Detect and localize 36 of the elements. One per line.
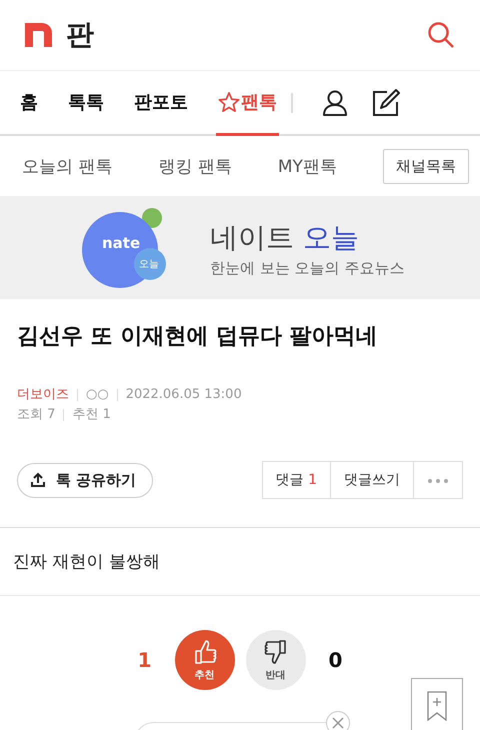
sub-tab[interactable]: 오늘의 팬톡 xyxy=(22,154,112,178)
vote-count: 0 xyxy=(328,648,342,672)
post-body: 진짜 재현이 불쌍해 xyxy=(0,527,480,596)
dislike-button[interactable]: 반대 xyxy=(246,630,306,690)
nate-logo-icon xyxy=(82,206,166,290)
nav-tab[interactable]: 팬톡 xyxy=(216,71,279,136)
bookmark-icon xyxy=(427,691,447,721)
nav-tab[interactable]: 홈 xyxy=(18,71,40,136)
more-icon xyxy=(427,478,449,484)
logo-text: nate xyxy=(102,234,140,252)
banner-title: 네이트 오늘 xyxy=(210,220,360,256)
post-date: 2022.06.05 13:00 xyxy=(126,386,242,404)
author-name: ○○ xyxy=(86,386,109,404)
banner-subtitle: 한눈에 보는 오늘의 주요뉴스 xyxy=(210,258,404,278)
upload-icon xyxy=(30,472,46,488)
like-button[interactable]: 추천 xyxy=(174,630,234,690)
sub-tab[interactable]: 랭킹 팬톡 xyxy=(158,154,232,178)
share-button[interactable]: 톡 공유하기 xyxy=(17,462,154,498)
sub-tab[interactable]: MY팬톡 xyxy=(278,154,337,178)
banner[interactable]: nate 오늘 네이트 오늘 한눈에 보는 오늘의 주요뉴스 xyxy=(0,197,480,299)
view-count: 조회 7 xyxy=(17,406,56,424)
recommend-count: 추천 1 xyxy=(72,406,111,424)
post-title: 김선우 또 이재현에 덥뮤다 팔아먹네 xyxy=(17,323,379,351)
star-icon xyxy=(218,91,240,113)
thumbs-down-icon xyxy=(262,638,288,666)
site-name: 판 xyxy=(66,17,94,53)
channel-list-button[interactable]: 채널목록 xyxy=(382,148,469,184)
logo-label: 오늘 xyxy=(139,258,159,271)
nav-tab[interactable]: 판포토 xyxy=(132,71,190,136)
search-icon[interactable] xyxy=(427,21,455,49)
bookmark-button[interactable] xyxy=(411,678,463,730)
logo-icon xyxy=(25,23,52,47)
nav-tab[interactable]: 톡톡 xyxy=(66,71,106,136)
close-icon[interactable] xyxy=(326,711,350,730)
channel-link[interactable]: 더보이즈 xyxy=(17,385,69,405)
vote-count: 1 xyxy=(138,648,152,672)
